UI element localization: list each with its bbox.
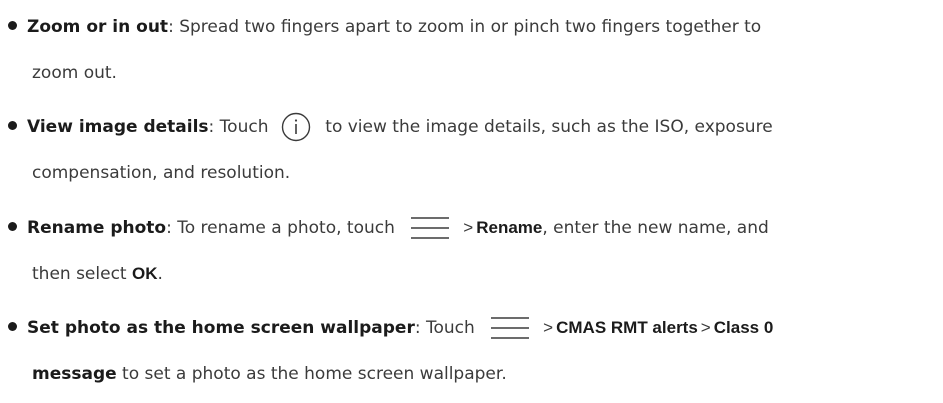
description-text: compensation, and resolution. — [32, 163, 291, 183]
action-cmas-rmt-alerts: CMAS RMT alerts — [556, 318, 698, 337]
bullet-icon — [8, 121, 17, 130]
description-text: . — [157, 264, 163, 284]
bullet-icon — [8, 322, 17, 331]
term-rename: Rename photo — [27, 218, 167, 238]
action-ok: OK — [132, 264, 158, 283]
term-zoom: Zoom or in out — [27, 17, 169, 37]
description-text: , enter the new name, and — [542, 218, 769, 238]
document-page: Zoom or in out: Spread two fingers apart… — [0, 0, 943, 403]
menu-icon — [490, 313, 530, 343]
separator: > — [700, 318, 711, 337]
description-text: : Touch — [208, 117, 274, 137]
description-text: zoom out. — [32, 63, 117, 83]
list-item-zoom: Zoom or in out: Spread two fingers apart… — [8, 12, 938, 88]
separator: > — [543, 318, 554, 337]
description-text: to view the image details, such as the I… — [319, 117, 773, 137]
term-set-wallpaper: Set photo as the home screen wallpaper — [27, 318, 415, 338]
action-rename: Rename — [476, 218, 543, 237]
bullet-icon — [8, 222, 17, 231]
term-view-details: View image details — [27, 117, 209, 137]
menu-icon — [410, 213, 450, 243]
info-icon — [278, 112, 314, 142]
bullet-icon — [8, 21, 17, 30]
list-item-set-wallpaper: Set photo as the home screen wallpaper: … — [8, 313, 938, 389]
separator: > — [463, 218, 474, 237]
description-text: then select — [32, 264, 132, 284]
description-text: to set a photo as the home screen wallpa… — [116, 364, 507, 384]
list-item-rename: Rename photo: To rename a photo, touch >… — [8, 213, 938, 289]
description-text: : To rename a photo, touch — [166, 218, 401, 238]
description-text: : Spread two fingers apart to zoom in or… — [168, 17, 762, 37]
action-message: message — [32, 364, 117, 384]
action-class-0: Class 0 — [713, 318, 774, 337]
list-item-view-details: View image details: Touch to view the im… — [8, 112, 938, 188]
description-text: : Touch — [414, 318, 481, 338]
